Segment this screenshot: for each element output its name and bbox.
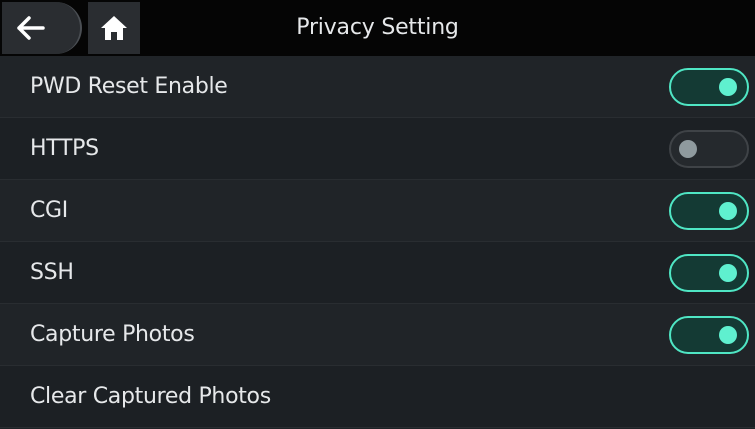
setting-row-ssh: SSH (0, 242, 755, 304)
privacy-setting-screen: Privacy Setting PWD Reset Enable HTTPS C… (0, 0, 755, 429)
toggle-knob (719, 263, 737, 282)
pwd-reset-toggle[interactable] (669, 67, 749, 106)
setting-label: SSH (30, 260, 74, 285)
setting-row-pwd-reset: PWD Reset Enable (0, 56, 755, 118)
setting-label: CGI (30, 198, 68, 223)
setting-row-capture-photos: Capture Photos (0, 304, 755, 366)
cgi-toggle[interactable] (669, 191, 749, 230)
capture-photos-toggle[interactable] (669, 315, 749, 354)
settings-list: PWD Reset Enable HTTPS CGI SSH Capture P… (0, 56, 755, 428)
toggle-knob (719, 77, 737, 96)
toggle-knob (719, 201, 737, 220)
setting-label: Clear Captured Photos (30, 384, 271, 409)
https-toggle[interactable] (669, 129, 749, 168)
setting-row-https: HTTPS (0, 118, 755, 180)
toggle-knob (719, 325, 737, 344)
setting-label: HTTPS (30, 136, 99, 161)
header-bar: Privacy Setting (0, 0, 755, 56)
ssh-toggle[interactable] (669, 253, 749, 292)
setting-row-cgi: CGI (0, 180, 755, 242)
page-title: Privacy Setting (296, 15, 459, 40)
setting-label: PWD Reset Enable (30, 74, 228, 99)
setting-label: Capture Photos (30, 322, 195, 347)
toggle-knob (679, 139, 697, 158)
clear-captured-photos-item[interactable]: Clear Captured Photos (0, 366, 755, 428)
